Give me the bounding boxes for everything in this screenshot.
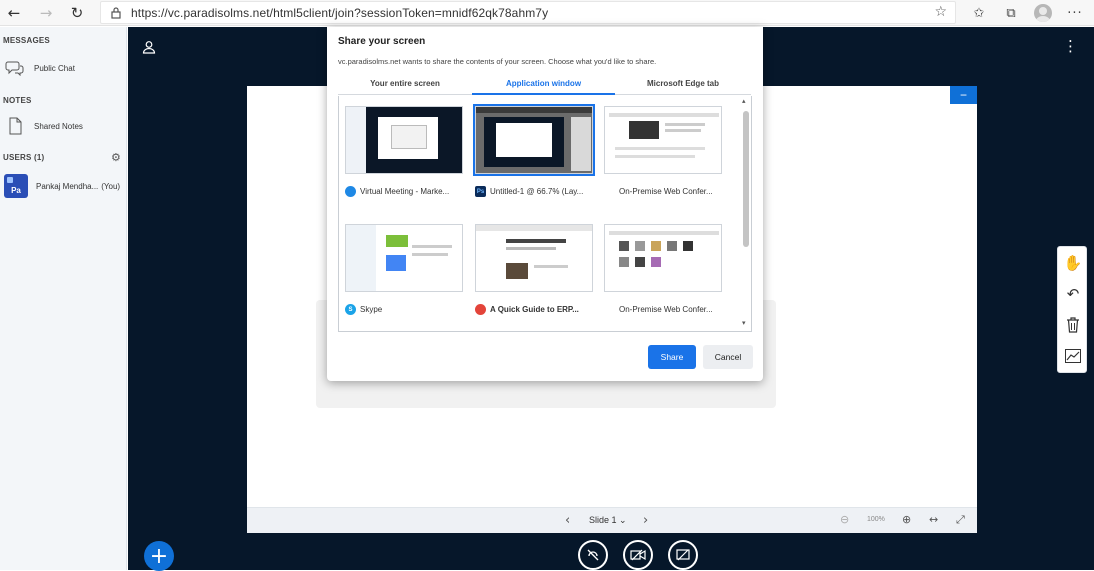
favorite-star-icon[interactable]: ☆ (934, 4, 947, 20)
tab-entire-screen[interactable]: Your entire screen (338, 79, 472, 88)
zoom-in-icon[interactable]: ⊕ (902, 513, 911, 526)
window-thumbnail (604, 106, 722, 174)
forward-icon[interactable]: → (36, 3, 56, 23)
user-list-item[interactable]: Pa Pankaj Mendha... (You) (4, 173, 126, 199)
edge-icon (345, 186, 356, 197)
scroll-down-icon[interactable]: ▾ (742, 319, 746, 327)
window-thumbnail (345, 106, 463, 174)
slide-select[interactable]: Slide 1 ⌄ (589, 515, 627, 526)
fullscreen-icon[interactable]: ⤢ (956, 513, 965, 527)
slide-controls: ‹ Slide 1 ⌄ › ⊖ 100% ⊕ ↔ ⤢ (247, 507, 977, 533)
chevron-down-icon: ⌄ (619, 515, 627, 525)
url-text: https://vc.paradisolms.net/html5client/j… (131, 6, 549, 20)
window-label: A Quick Guide to ERP... (475, 304, 597, 315)
screen-share-off-icon (676, 549, 690, 561)
person-icon[interactable] (142, 40, 156, 54)
window-label: On-Premise Web Confer... (604, 186, 726, 197)
sidebar: MESSAGES Public Chat NOTES Shared Notes … (0, 27, 127, 570)
lock-icon (111, 7, 121, 19)
chat-icon (4, 59, 26, 77)
dialog-description: vc.paradisolms.net wants to share the co… (338, 57, 657, 66)
window-label: Virtual Meeting - Marke... (345, 186, 467, 197)
window-thumbnail (473, 104, 595, 176)
more-icon[interactable]: ··· (1066, 4, 1084, 22)
screen-share-button[interactable] (668, 540, 698, 570)
users-title: USERS (1) (3, 153, 45, 162)
previous-slide-icon[interactable]: ‹ (565, 513, 570, 528)
public-chat-item[interactable]: Public Chat (4, 59, 75, 77)
avatar: Pa (4, 174, 28, 198)
undo-icon[interactable]: ↶ (1061, 282, 1085, 306)
camera-off-button[interactable] (623, 540, 653, 570)
notes-title: NOTES (3, 96, 32, 105)
document-icon (604, 186, 615, 197)
gear-icon[interactable]: ⚙ (111, 151, 121, 164)
window-thumbnail (604, 224, 722, 292)
window-grid: Virtual Meeting - Marke... Ps Untitled-1… (338, 96, 752, 332)
window-thumbnail (345, 224, 463, 292)
cancel-button[interactable]: Cancel (703, 345, 753, 369)
grid-scrollbar[interactable]: ▴ ▾ (741, 97, 751, 330)
user-name: Pankaj Mendha... (36, 181, 99, 191)
window-thumbnail (475, 224, 593, 292)
hand-tool-icon[interactable]: ✋ (1061, 251, 1085, 275)
document-icon (604, 304, 615, 315)
options-menu-icon[interactable]: ⋮ (1063, 39, 1078, 54)
window-label: On-Premise Web Confer... (604, 304, 726, 315)
window-label: Ps Untitled-1 @ 66.7% (Lay... (475, 186, 584, 197)
fit-width-icon[interactable]: ↔ (929, 513, 938, 526)
headset-off-icon (587, 549, 599, 561)
favorites-icon[interactable]: ✩ (970, 4, 988, 22)
mute-audio-button[interactable] (578, 540, 608, 570)
trash-icon[interactable] (1061, 313, 1085, 337)
share-screen-dialog: Share your screen vc.paradisolms.net wan… (327, 27, 763, 381)
public-chat-label: Public Chat (34, 63, 75, 73)
notes-icon (4, 117, 26, 135)
skype-icon: S (345, 304, 356, 315)
scrollbar-thumb[interactable] (743, 111, 749, 247)
refresh-icon[interactable]: ↻ (67, 3, 87, 23)
tab-edge-tab[interactable]: Microsoft Edge tab (615, 79, 751, 88)
shared-notes-item[interactable]: Shared Notes (4, 117, 83, 135)
address-bar[interactable]: https://vc.paradisolms.net/html5client/j… (100, 1, 956, 24)
messages-title: MESSAGES (3, 36, 50, 45)
share-button[interactable]: Share (648, 345, 696, 369)
minimize-presentation-button[interactable]: − (950, 86, 977, 104)
scroll-up-icon[interactable]: ▴ (742, 97, 746, 105)
zoom-out-icon[interactable]: ⊖ (840, 513, 849, 526)
tab-application-window[interactable]: Application window (472, 79, 615, 88)
photoshop-icon: Ps (475, 186, 486, 197)
whiteboard-toolbar: ✋ ↶ (1057, 246, 1087, 373)
share-source-tabs: Your entire screen Application window Mi… (338, 75, 751, 95)
video-off-icon (630, 549, 646, 561)
user-you-tag: (You) (101, 181, 121, 191)
next-slide-icon[interactable]: › (643, 513, 648, 528)
back-icon[interactable]: ← (4, 3, 24, 23)
shared-notes-label: Shared Notes (34, 121, 83, 131)
browser-toolbar: ← → ↻ https://vc.paradisolms.net/html5cl… (0, 0, 1094, 26)
collections-icon[interactable]: ⧉ (1002, 4, 1020, 22)
window-label: S Skype (345, 304, 467, 315)
zoom-level: 100% (867, 516, 885, 523)
chrome-icon (475, 304, 486, 315)
dialog-title: Share your screen (338, 36, 426, 47)
active-tab-indicator (472, 93, 615, 95)
actions-plus-button[interactable]: + (144, 541, 174, 571)
chart-icon[interactable] (1061, 344, 1085, 368)
profile-avatar[interactable] (1034, 4, 1052, 22)
slide-label: Slide 1 (589, 515, 617, 525)
